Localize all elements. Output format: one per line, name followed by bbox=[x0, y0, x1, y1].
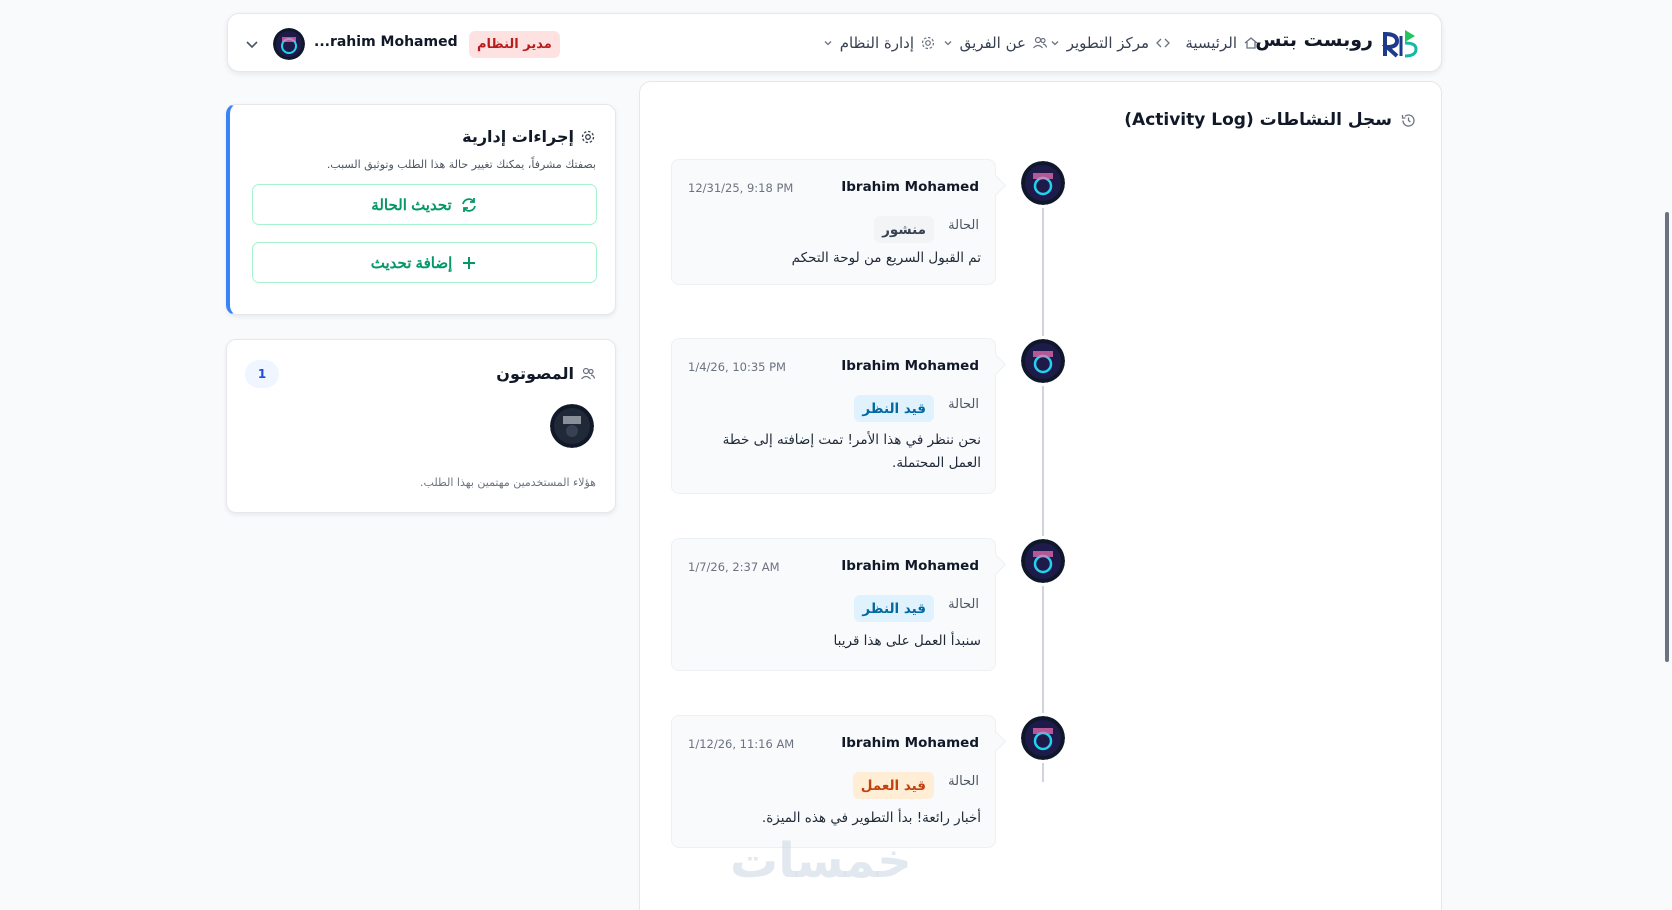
avatar[interactable] bbox=[1021, 339, 1065, 383]
top-navbar: روبست بتس الرئيسية مركز التطوير عن الفري… bbox=[227, 13, 1442, 72]
user-name[interactable]: ...rahim Mohamed bbox=[314, 34, 458, 50]
nav-item-label: مركز التطوير bbox=[1066, 34, 1149, 52]
status-badge: قيد العمل bbox=[852, 772, 934, 799]
update-status-button[interactable]: تحديث الحالة bbox=[252, 184, 597, 225]
voters-card: المصوتون 1 هؤلاء المستخدمين مهتمين بهذا … bbox=[226, 339, 616, 513]
nav-item-label: عن الفريق bbox=[959, 34, 1026, 52]
entry-author: Ibrahim Mohamed bbox=[841, 358, 979, 374]
admin-actions-description: بصفتك مشرفاً، يمكنك تغيير حالة هذا الطلب… bbox=[326, 158, 596, 171]
activity-entry: Ibrahim Mohamed 12/31/25, 9:18 PM الحالة… bbox=[671, 159, 996, 285]
chevron-down-icon bbox=[944, 41, 952, 46]
add-update-button[interactable]: إضافة تحديث bbox=[252, 242, 597, 283]
timeline-line bbox=[1042, 182, 1044, 782]
status-badge: منشور bbox=[874, 216, 934, 243]
card-title-text: المصوتون bbox=[496, 364, 574, 383]
nav-item-home[interactable]: الرئيسية bbox=[1185, 34, 1259, 52]
admin-actions-title: إجراءات إدارية bbox=[462, 127, 596, 146]
entry-message: تم القبول السريع من لوحة التحكم bbox=[791, 250, 981, 266]
gear-icon bbox=[581, 130, 595, 143]
gear-icon bbox=[921, 36, 935, 50]
brand-name[interactable]: روبست بتس bbox=[1255, 29, 1373, 51]
entry-message: أخبار رائعة! بدأ التطوير في هذه الميزة. bbox=[761, 810, 981, 826]
avatar[interactable] bbox=[1021, 161, 1065, 205]
nav-item-system-admin[interactable]: إدارة النظام bbox=[822, 34, 936, 52]
users-icon bbox=[581, 367, 596, 379]
scrollbar[interactable] bbox=[1665, 212, 1669, 662]
nav-item-about-team[interactable]: عن الفريق bbox=[942, 34, 1048, 52]
home-icon bbox=[1244, 37, 1258, 49]
voters-note: هؤلاء المستخدمين مهتمين بهذا الطلب. bbox=[420, 476, 596, 489]
entry-author: Ibrahim Mohamed bbox=[841, 558, 979, 574]
plus-icon bbox=[463, 256, 476, 269]
update-status-label: تحديث الحالة bbox=[371, 196, 452, 214]
nav-item-dev-center[interactable]: مركز التطوير bbox=[1049, 34, 1171, 52]
activity-log-card: سجل النشاطات (Activity Log) Ibrahim Moha… bbox=[639, 81, 1442, 910]
entry-timestamp: 1/12/26, 11:16 AM bbox=[688, 737, 795, 751]
role-badge: مدير النظام bbox=[469, 31, 560, 58]
entry-status-label: الحالة bbox=[948, 597, 979, 612]
avatar[interactable] bbox=[1021, 716, 1065, 760]
entry-timestamp: 12/31/25, 9:18 PM bbox=[688, 181, 794, 195]
history-icon bbox=[1401, 113, 1415, 127]
card-title-text: إجراءات إدارية bbox=[462, 127, 574, 146]
refresh-icon bbox=[461, 197, 476, 212]
chevron-down-icon[interactable] bbox=[244, 36, 260, 52]
chevron-down-icon bbox=[824, 41, 832, 46]
activity-entry: Ibrahim Mohamed 1/7/26, 2:37 AM الحالة ق… bbox=[671, 538, 996, 671]
status-badge: قيد النظر bbox=[854, 595, 934, 622]
entry-message: سنبدأ العمل على هذا قريبا bbox=[833, 633, 981, 649]
voters-count-badge: 1 bbox=[245, 360, 279, 388]
add-update-label: إضافة تحديث bbox=[370, 254, 453, 272]
entry-author: Ibrahim Mohamed bbox=[841, 735, 979, 751]
watermark: خمسات bbox=[730, 833, 912, 889]
entry-timestamp: 1/7/26, 2:37 AM bbox=[688, 560, 780, 574]
admin-actions-card: إجراءات إدارية بصفتك مشرفاً، يمكنك تغيير… bbox=[226, 104, 616, 315]
entry-status-label: الحالة bbox=[948, 774, 979, 789]
status-badge: قيد النظر bbox=[854, 395, 934, 422]
nav-item-label: إدارة النظام bbox=[839, 34, 914, 52]
activity-log-title-text: سجل النشاطات (Activity Log) bbox=[1124, 110, 1392, 130]
nav-item-label: الرئيسية bbox=[1185, 34, 1237, 52]
entry-message: نحن ننظر في هذا الأمر! تمت إضافته إلى خط… bbox=[722, 432, 981, 471]
activity-entry: Ibrahim Mohamed 1/4/26, 10:35 PM الحالة … bbox=[671, 338, 996, 494]
code-icon bbox=[1156, 38, 1170, 48]
entry-author: Ibrahim Mohamed bbox=[841, 179, 979, 195]
entry-timestamp: 1/4/26, 10:35 PM bbox=[688, 360, 786, 374]
chevron-down-icon bbox=[1051, 41, 1059, 46]
entry-status-label: الحالة bbox=[948, 397, 979, 412]
entry-status-label: الحالة bbox=[948, 218, 979, 233]
avatar[interactable] bbox=[550, 404, 594, 448]
activity-log-title: سجل النشاطات (Activity Log) bbox=[1124, 110, 1417, 130]
voters-title: المصوتون bbox=[496, 364, 596, 383]
activity-entry: Ibrahim Mohamed 1/12/26, 11:16 AM الحالة… bbox=[671, 715, 996, 848]
avatar[interactable] bbox=[273, 28, 305, 60]
brand-logo[interactable] bbox=[1381, 26, 1419, 60]
users-icon bbox=[1033, 36, 1048, 49]
avatar[interactable] bbox=[1021, 539, 1065, 583]
